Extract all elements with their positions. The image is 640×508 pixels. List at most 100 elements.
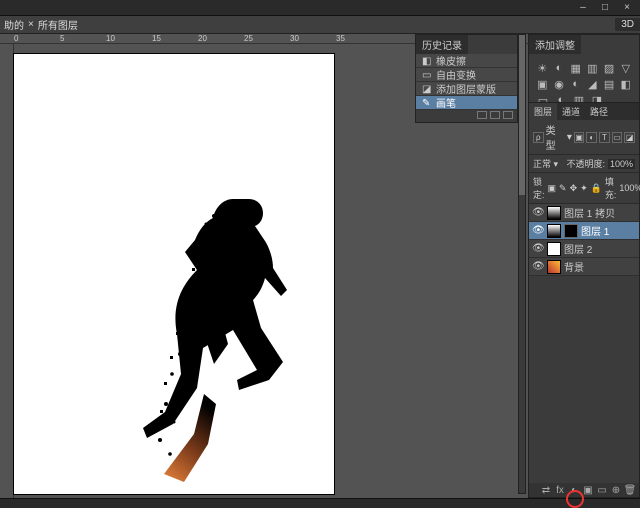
colorbalance-icon[interactable]: ▣ — [537, 78, 548, 90]
layer-name: 图层 2 — [564, 241, 592, 256]
blackwhite-icon[interactable]: ◉ — [554, 78, 565, 90]
document-tab-bar: 助的 × 所有图层 3D — [0, 16, 640, 34]
fill-value[interactable]: 100% — [619, 183, 640, 193]
history-tab[interactable]: 历史记录 — [416, 35, 468, 54]
tab-layers[interactable]: 图层 — [529, 103, 557, 120]
maximize-button[interactable]: □ — [594, 2, 616, 14]
photofilter-icon[interactable]: ◐ — [570, 78, 581, 90]
filter-kind-label: 类型 — [546, 122, 565, 152]
adjust-row: ▣ ◉ ◐ ◢ ▤ ◧ — [537, 78, 631, 90]
document-canvas[interactable] — [14, 54, 334, 494]
filter-smart-icon[interactable]: ◪ — [624, 132, 635, 143]
visibility-icon[interactable]: 👁 — [532, 225, 544, 237]
brush-icon: ✎ — [422, 98, 432, 108]
history-delete-icon[interactable] — [503, 111, 513, 119]
filter-kind-icon[interactable]: ρ — [533, 132, 544, 143]
visibility-icon[interactable]: 👁 — [532, 261, 544, 273]
mask-icon: ◪ — [422, 84, 432, 94]
lock-position-icon[interactable]: ✥ — [570, 183, 578, 194]
invert-icon[interactable]: ◧ — [620, 78, 631, 90]
brightness-icon[interactable]: ☀ — [537, 62, 548, 74]
adjust-row: ☀ ◐ ▦ ▥ ▨ ▽ — [537, 62, 631, 74]
layer-thumb[interactable] — [547, 260, 561, 274]
panel-scrollbar[interactable] — [518, 34, 526, 494]
history-panel: 历史记录 ◧ 橡皮擦 ▭ 自由变换 ◪ 添加图层蒙版 ✎ 画笔 — [415, 34, 518, 123]
layer-row[interactable]: 👁 背景 — [529, 258, 639, 276]
layer-thumb[interactable] — [547, 242, 561, 256]
layers-lock-row: 锁定: ▣ ✎ ✥ ✦ 🔒 填充: 100% — [529, 173, 639, 204]
curves-icon[interactable]: ▦ — [570, 62, 581, 74]
workspace-tab-3d[interactable]: 3D — [615, 18, 640, 31]
lock-label: 锁定: — [533, 175, 545, 201]
new-adjustment-icon[interactable]: ▣ — [583, 485, 593, 495]
layer-name: 背景 — [564, 259, 584, 274]
ruler-vertical — [0, 44, 14, 498]
layers-panel: 图层 通道 路径 ρ 类型 ▾ ▣ ◐ T ▭ ◪ 正常 ▾ 不透明度: 100… — [528, 102, 640, 498]
exposure-icon[interactable]: ▥ — [587, 62, 598, 74]
history-item[interactable]: ◧ 橡皮擦 — [416, 54, 517, 68]
tab-paths[interactable]: 路径 — [585, 103, 613, 120]
vibrance-icon[interactable]: ▨ — [604, 62, 615, 74]
canvas-area — [0, 44, 415, 498]
history-snapshot-icon[interactable] — [477, 111, 487, 119]
layer-row[interactable]: 👁 图层 2 — [529, 240, 639, 258]
levels-icon[interactable]: ◐ — [554, 62, 565, 74]
filter-text-icon[interactable]: T — [599, 132, 610, 143]
new-group-icon[interactable]: ▭ — [597, 485, 607, 495]
ruler-tick: 35 — [336, 34, 345, 43]
history-label: 画笔 — [436, 95, 456, 110]
layers-filter-bar: ρ 类型 ▾ ▣ ◐ T ▭ ◪ — [529, 120, 639, 155]
filter-dropdown-icon[interactable]: ▾ — [567, 132, 572, 143]
adjustments-tab[interactable]: 添加调整 — [529, 35, 581, 54]
lock-all-icon[interactable]: 🔒 — [591, 183, 602, 194]
layer-thumb[interactable] — [547, 224, 561, 238]
channelmixer-icon[interactable]: ◢ — [587, 78, 598, 90]
eraser-icon: ◧ — [422, 56, 432, 66]
delete-layer-icon[interactable]: 🗑 — [625, 485, 635, 495]
visibility-icon[interactable]: 👁 — [532, 243, 544, 255]
ruler-tick: 25 — [244, 34, 253, 43]
ruler-tick: 30 — [290, 34, 299, 43]
layer-name: 图层 1 拷贝 — [564, 205, 615, 220]
colorlookup-icon[interactable]: ▤ — [604, 78, 615, 90]
layer-mask-thumb[interactable] — [564, 224, 578, 238]
layer-thumb[interactable] — [547, 206, 561, 220]
minimize-button[interactable]: – — [572, 2, 594, 14]
opacity-value[interactable]: 100% — [608, 159, 635, 169]
history-label: 添加图层蒙版 — [436, 81, 496, 96]
history-item[interactable]: ◪ 添加图层蒙版 — [416, 82, 517, 96]
filter-pixel-icon[interactable]: ▣ — [574, 132, 585, 143]
ruler-tick: 15 — [152, 34, 161, 43]
filter-shape-icon[interactable]: ▭ — [612, 132, 623, 143]
document-tab[interactable]: 助的 — [4, 17, 24, 32]
visibility-icon[interactable]: 👁 — [532, 207, 544, 219]
filter-adjust-icon[interactable]: ◐ — [586, 132, 597, 143]
layer-mask-icon[interactable]: ◐ — [569, 485, 579, 495]
layer-row-selected[interactable]: 👁 图层 1 — [529, 222, 639, 240]
lock-transparent-icon[interactable]: ▣ — [548, 183, 557, 194]
layer-row[interactable]: 👁 图层 1 拷贝 — [529, 204, 639, 222]
history-label: 自由变换 — [436, 67, 476, 82]
lock-pixels-icon[interactable]: ✎ — [559, 183, 567, 194]
layer-name: 图层 1 — [581, 223, 609, 238]
hue-icon[interactable]: ▽ — [620, 62, 631, 74]
ruler-tick: 20 — [198, 34, 207, 43]
ruler-tick: 5 — [60, 34, 64, 43]
layers-blend-row: 正常 ▾ 不透明度: 100% — [529, 155, 639, 173]
tab-close-icon[interactable]: × — [28, 19, 34, 30]
tab-channels[interactable]: 通道 — [557, 103, 585, 120]
ruler-tick: 0 — [14, 34, 18, 43]
blend-mode-select[interactable]: 正常 ▾ — [533, 157, 563, 170]
layer-style-icon[interactable]: fx — [555, 485, 565, 495]
link-layers-icon[interactable]: ⇄ — [541, 485, 551, 495]
history-item-selected[interactable]: ✎ 画笔 — [416, 96, 517, 110]
close-button[interactable]: × — [616, 2, 638, 14]
layers-tabs: 图层 通道 路径 — [529, 103, 639, 120]
lock-artboard-icon[interactable]: ✦ — [580, 183, 588, 194]
opacity-label: 不透明度: — [566, 157, 605, 170]
new-layer-icon[interactable]: ⊕ — [611, 485, 621, 495]
scrollbar-thumb[interactable] — [519, 35, 525, 195]
history-item[interactable]: ▭ 自由变换 — [416, 68, 517, 82]
window-titlebar: – □ × — [0, 0, 640, 16]
history-new-icon[interactable] — [490, 111, 500, 119]
